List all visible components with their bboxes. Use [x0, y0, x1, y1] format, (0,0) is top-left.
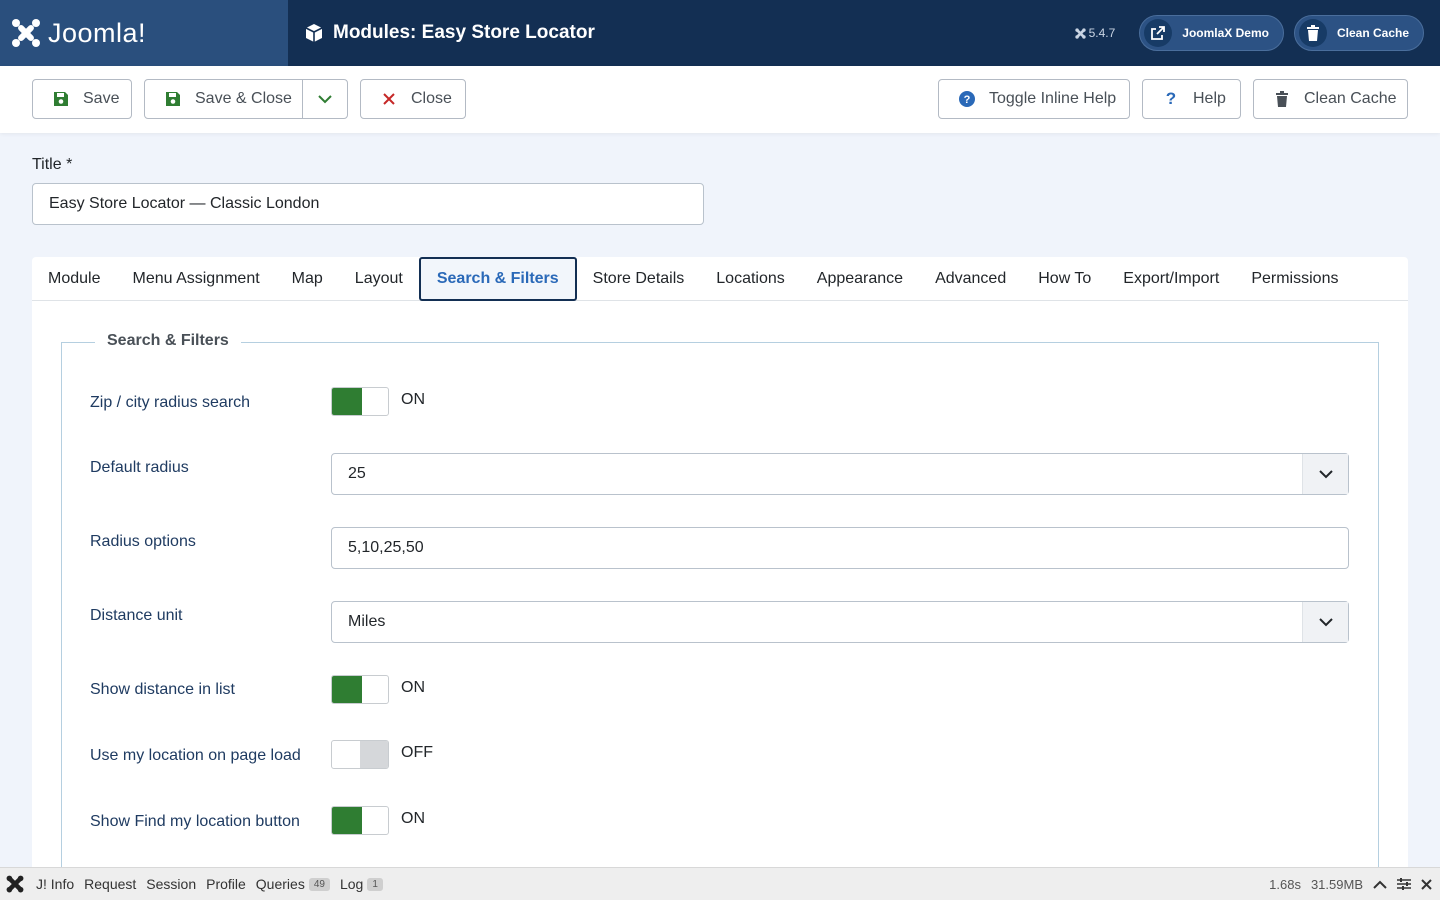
save-icon [163, 91, 183, 107]
version-label: 5.4.7 [1074, 26, 1116, 40]
radius-options-label: Radius options [90, 533, 196, 550]
question-icon: ? [1165, 89, 1177, 108]
tab-how-to[interactable]: How To [1022, 257, 1107, 301]
settings-sliders-icon[interactable] [1397, 878, 1411, 890]
save-close-label: Save & Close [195, 90, 292, 107]
header-clean-cache-button[interactable]: Clean Cache [1293, 15, 1424, 51]
trash-icon [1298, 19, 1327, 47]
debug-tab-request[interactable]: Request [84, 876, 136, 892]
question-circle-icon: ? [957, 91, 977, 107]
zip-radius-switch[interactable] [331, 387, 389, 416]
fieldset-legend: Search & Filters [95, 332, 241, 350]
tab-search-filters[interactable]: Search & Filters [418, 256, 577, 301]
clean-cache-button[interactable]: Clean Cache [1253, 79, 1408, 119]
page-title: Modules: Easy Store Locator [304, 22, 595, 44]
save-close-group: Save & Close [144, 79, 348, 119]
zip-radius-state: ON [401, 391, 425, 408]
save-label: Save [83, 90, 120, 107]
cube-icon [305, 24, 323, 42]
chevron-up-icon[interactable] [1373, 880, 1387, 889]
tab-list: Module Menu Assignment Map Layout Search… [32, 256, 1408, 301]
tab-module[interactable]: Module [32, 257, 116, 301]
default-radius-value: 25 [348, 465, 366, 482]
debug-tab-profile[interactable]: Profile [206, 876, 246, 892]
logo-area[interactable]: Joomla! [0, 0, 288, 66]
distance-unit-value: Miles [348, 613, 386, 630]
tab-advanced[interactable]: Advanced [919, 257, 1022, 301]
queries-count-badge: 49 [308, 877, 330, 891]
zip-radius-label: Zip / city radius search [90, 394, 251, 411]
debug-tab-queries[interactable]: Queries 49 [256, 876, 330, 892]
debug-tab-info[interactable]: J! Info [36, 876, 74, 892]
tab-appearance[interactable]: Appearance [801, 257, 919, 301]
toolbar: Save Save & Close Close ? Toggle Inline … [0, 66, 1440, 133]
show-distance-label: Show distance in list [90, 681, 235, 698]
toggle-inline-help-button[interactable]: ? Toggle Inline Help [938, 79, 1130, 119]
tab-layout[interactable]: Layout [339, 257, 419, 301]
default-radius-label: Default radius [90, 459, 189, 476]
queries-label: Queries [255, 876, 305, 892]
use-location-label: Use my location on page load [90, 747, 301, 764]
show-distance-state: ON [401, 679, 425, 696]
distance-unit-select[interactable]: Miles [331, 601, 1349, 643]
tab-panel: Search & Filters Zip / city radius searc… [32, 301, 1408, 867]
close-button[interactable]: Close [360, 79, 466, 119]
help-label: Help [1193, 90, 1226, 107]
clean-cache-label: Clean Cache [1304, 90, 1397, 107]
use-location-state: OFF [401, 744, 433, 761]
close-label: Close [411, 90, 452, 107]
debug-memory: 31.59MB [1310, 876, 1363, 892]
admin-header: Joomla! Modules: Easy Store Locator 5.4.… [0, 0, 1440, 66]
default-radius-select[interactable]: 25 [331, 453, 1349, 495]
tab-map[interactable]: Map [276, 257, 339, 301]
debug-time: 1.68s [1269, 876, 1301, 892]
find-location-state: ON [401, 810, 425, 827]
demo-site-button[interactable]: JoomlaX Demo [1139, 15, 1284, 51]
header-clean-cache-label: Clean Cache [1336, 26, 1409, 40]
joomla-logo-icon [12, 19, 40, 47]
demo-site-label: JoomlaX Demo [1182, 26, 1269, 40]
find-location-label: Show Find my location button [90, 813, 300, 830]
save-close-button[interactable]: Save & Close [163, 80, 304, 118]
title-label: Title * [32, 156, 73, 173]
logo-text: Joomla! [48, 17, 147, 48]
svg-text:?: ? [964, 94, 971, 106]
log-label: Log [339, 876, 364, 892]
tab-menu-assignment[interactable]: Menu Assignment [116, 257, 275, 301]
chevron-down-icon [1302, 454, 1348, 494]
version-text: 5.4.7 [1088, 26, 1116, 40]
help-button[interactable]: ? Help [1142, 79, 1241, 119]
chevron-down-icon [1302, 602, 1348, 642]
trash-icon [1272, 91, 1292, 107]
joomla-small-icon [1074, 27, 1086, 39]
debug-tab-session[interactable]: Session [146, 876, 196, 892]
use-location-switch[interactable] [331, 740, 389, 769]
tab-store-details[interactable]: Store Details [577, 257, 701, 301]
show-distance-switch[interactable] [331, 675, 389, 704]
debug-tab-log[interactable]: Log 1 [340, 876, 383, 892]
external-link-icon [1144, 19, 1173, 47]
log-count-badge: 1 [367, 877, 383, 891]
close-icon [379, 93, 399, 105]
toggle-inline-help-label: Toggle Inline Help [989, 90, 1117, 107]
tab-locations[interactable]: Locations [700, 257, 801, 301]
tab-permissions[interactable]: Permissions [1235, 257, 1354, 301]
radius-options-input[interactable]: 5,10,25,50 [331, 527, 1349, 569]
save-button[interactable]: Save [32, 79, 132, 119]
tab-export-import[interactable]: Export/Import [1107, 257, 1235, 301]
find-location-switch[interactable] [331, 806, 389, 835]
title-input[interactable]: Easy Store Locator — Classic London [32, 183, 704, 225]
save-dropdown-toggle[interactable] [303, 80, 347, 118]
debug-bar: J! Info Request Session Profile Queries … [0, 867, 1440, 900]
chevron-down-icon [318, 94, 332, 103]
close-icon[interactable] [1421, 878, 1432, 890]
distance-unit-label: Distance unit [90, 607, 183, 624]
save-icon [51, 91, 71, 107]
page-title-text: Modules: Easy Store Locator [333, 22, 595, 43]
joomla-debug-icon[interactable] [6, 875, 24, 893]
